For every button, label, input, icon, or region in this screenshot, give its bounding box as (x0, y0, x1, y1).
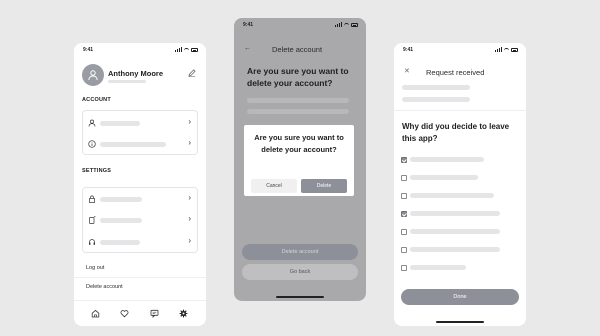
profile-screen: 9:41 Anthony Moore ACCOUNT › › SETTINGS … (74, 43, 206, 326)
row-placeholder (100, 218, 142, 223)
delete-account-screen: 9:41 ← Delete account Are you sure you w… (234, 18, 366, 301)
account-row-profile[interactable]: › (83, 113, 197, 133)
confirm-delete-button[interactable]: Delete (301, 179, 347, 193)
chat-icon[interactable] (150, 309, 159, 320)
user-icon (88, 119, 96, 129)
chevron-right-icon: › (188, 214, 191, 223)
checkbox[interactable] (401, 175, 407, 181)
option-placeholder (410, 211, 500, 216)
reason-option[interactable] (394, 192, 526, 200)
wifi-icon (344, 22, 349, 27)
reason-option[interactable] (394, 210, 526, 218)
reason-option[interactable] (394, 228, 526, 236)
reason-option[interactable] (394, 156, 526, 164)
divider (74, 300, 206, 301)
account-row-info[interactable]: › (83, 134, 197, 154)
home-indicator (276, 296, 324, 298)
section-settings: SETTINGS (82, 168, 112, 174)
heart-icon[interactable] (120, 309, 129, 320)
info-icon (88, 140, 96, 150)
confirm-dialog: Are you sure you want to delete your acc… (244, 125, 354, 196)
chevron-right-icon: › (188, 117, 191, 126)
page-title: Delete account (272, 45, 323, 54)
reason-option[interactable] (394, 264, 526, 272)
status-time: 9:41 (243, 22, 254, 28)
settings-row-device[interactable]: › (83, 210, 197, 230)
chevron-right-icon: › (188, 193, 191, 202)
status-bar: 9:41 (394, 43, 526, 57)
battery-icon (351, 22, 358, 27)
row-placeholder (100, 197, 142, 202)
checkbox-checked[interactable] (401, 157, 407, 163)
text-placeholder (402, 85, 470, 90)
user-icon (88, 70, 98, 81)
text-placeholder (402, 97, 470, 102)
checkbox[interactable] (401, 229, 407, 235)
option-placeholder (410, 229, 500, 234)
option-placeholder (410, 157, 484, 162)
checkbox[interactable] (401, 193, 407, 199)
row-placeholder (100, 240, 140, 245)
account-card: › › (82, 110, 198, 155)
cancel-button[interactable]: Cancel (251, 179, 297, 193)
divider (394, 110, 526, 111)
signal-icon (495, 47, 502, 52)
close-icon[interactable]: ✕ (404, 67, 410, 75)
settings-row-security[interactable]: › (83, 189, 197, 209)
wifi-icon (184, 47, 189, 52)
lock-icon (88, 195, 96, 205)
status-time: 9:41 (83, 47, 94, 53)
option-placeholder (410, 175, 478, 180)
option-placeholder (410, 247, 500, 252)
option-placeholder (410, 265, 466, 270)
home-icon[interactable] (91, 309, 100, 320)
user-name: Anthony Moore (108, 69, 163, 78)
delete-question: Are you sure you want to delete your acc… (247, 66, 349, 88)
request-received-screen: 9:41 ✕ Request received Why did you deci… (394, 43, 526, 326)
battery-icon (191, 47, 198, 52)
logout-link[interactable]: Log out (86, 265, 104, 271)
signal-icon (175, 47, 182, 52)
go-back-button[interactable]: Go back (242, 264, 358, 280)
leave-reason-question: Why did you decide to leave this app? (402, 122, 510, 143)
headset-icon (88, 238, 96, 248)
option-placeholder (410, 193, 494, 198)
chevron-right-icon: › (188, 236, 191, 245)
signal-icon (335, 22, 342, 27)
gear-icon[interactable] (179, 309, 188, 320)
phone-icon (88, 216, 96, 226)
status-time: 9:41 (403, 47, 414, 53)
dialog-question: Are you sure you want to delete your acc… (254, 133, 344, 154)
reason-option[interactable] (394, 174, 526, 182)
checkbox[interactable] (401, 247, 407, 253)
wifi-icon (504, 47, 509, 52)
divider (74, 277, 206, 278)
text-placeholder (247, 98, 349, 103)
section-account: ACCOUNT (82, 97, 111, 103)
checkbox[interactable] (401, 265, 407, 271)
row-placeholder (100, 121, 140, 126)
text-placeholder (247, 109, 349, 114)
chevron-right-icon: › (188, 138, 191, 147)
settings-card: › › › (82, 187, 198, 253)
settings-row-support[interactable]: › (83, 232, 197, 252)
status-bar: 9:41 (234, 18, 366, 32)
reason-option[interactable] (394, 246, 526, 254)
pencil-icon[interactable] (188, 69, 196, 79)
subtitle-placeholder (108, 80, 146, 83)
avatar[interactable] (82, 64, 104, 86)
done-button[interactable]: Done (401, 289, 519, 305)
checkbox-checked[interactable] (401, 211, 407, 217)
page-title: Request received (426, 68, 485, 77)
status-bar: 9:41 (74, 43, 206, 57)
back-arrow-icon[interactable]: ← (244, 45, 251, 52)
delete-account-button[interactable]: Delete account (242, 244, 358, 260)
home-indicator (436, 321, 484, 323)
row-placeholder (100, 142, 166, 147)
battery-icon (511, 47, 518, 52)
delete-account-link[interactable]: Delete account (86, 284, 123, 290)
